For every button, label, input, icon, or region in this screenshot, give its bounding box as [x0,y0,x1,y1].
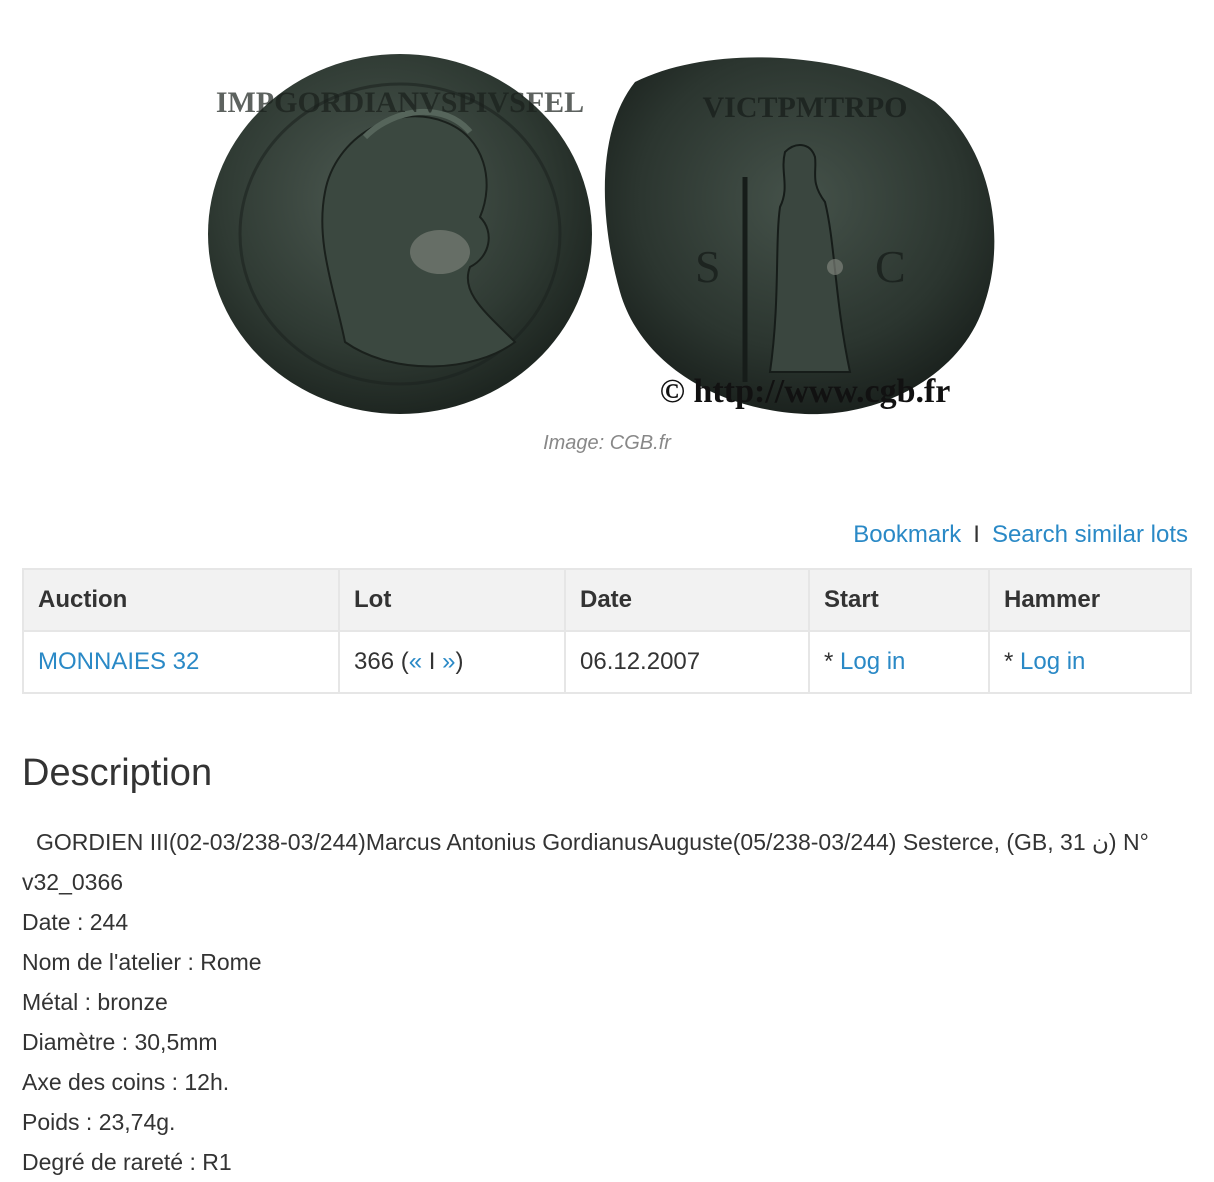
header-lot: Lot [338,568,566,632]
table-row: MONNAIES 32 366 (« I ») 06.12.2007 * Log… [22,630,1192,694]
table-header-row: Auction Lot Date Start Hammer [22,568,1192,632]
watermark-text: © http://www.cgb.fr [660,373,951,410]
reverse-coin: S C VICTPMTRPO [604,57,995,415]
previous-lot-link[interactable]: « [409,648,422,675]
lot-table: Auction Lot Date Start Hammer MONNAIES 3… [22,568,1192,694]
svg-text:IMPGORDIANVSPIVSFEL: IMPGORDIANVSPIVSFEL [216,86,584,119]
next-lot-link[interactable]: » [442,648,455,675]
bookmark-link[interactable]: Bookmark [853,521,961,548]
start-prefix: * [824,648,841,675]
description-line: Métal : bronze [22,989,168,1015]
svg-text:C: C [875,241,906,292]
description-line: Date : 244 [22,909,129,935]
description-line: Axe des coins : 12h. [22,1069,230,1095]
lot-number: 366 ( [354,648,409,675]
header-hammer: Hammer [988,568,1192,632]
svg-text:S: S [695,241,721,292]
description-body: GORDIEN III(02-03/238-03/244)Marcus Anto… [22,822,1194,1182]
description-line: Poids : 23,74g. [22,1109,176,1135]
lot-nav-separator: I [422,648,443,675]
lot-close-paren: ) [455,648,464,675]
cell-auction: MONNAIES 32 [22,630,340,694]
hammer-login-link[interactable]: Log in [1020,648,1085,675]
description-line: Diamètre : 30,5mm [22,1029,218,1055]
svg-text:VICTPMTRPO: VICTPMTRPO [703,91,908,124]
auction-link[interactable]: MONNAIES 32 [38,648,199,675]
image-caption: Image: CGB.fr [543,432,671,454]
coin-figure: IMPGORDIANVSPIVSFEL S C VICTPMTRPO © htt… [0,0,1214,470]
search-similar-lots-link[interactable]: Search similar lots [992,521,1188,548]
obverse-coin: IMPGORDIANVSPIVSFEL [208,54,592,414]
start-login-link[interactable]: Log in [840,648,905,675]
cell-lot: 366 (« I ») [338,630,566,694]
actions-separator: I [973,521,980,548]
lot-actions: Bookmark I Search similar lots [853,521,1188,549]
description-heading: Description [22,752,213,794]
description-line: Degré de rareté : R1 [22,1149,232,1175]
coin-image[interactable]: IMPGORDIANVSPIVSFEL S C VICTPMTRPO © htt… [195,42,1015,422]
header-auction: Auction [22,568,340,632]
header-date: Date [564,568,810,632]
cell-start: * Log in [808,630,990,694]
description-line: Nom de l'atelier : Rome [22,949,262,975]
description-line: GORDIEN III(02-03/238-03/244)Marcus Anto… [22,829,1149,895]
header-start: Start [808,568,990,632]
hammer-prefix: * [1004,648,1021,675]
cell-date: 06.12.2007 [564,630,810,694]
cell-hammer: * Log in [988,630,1192,694]
